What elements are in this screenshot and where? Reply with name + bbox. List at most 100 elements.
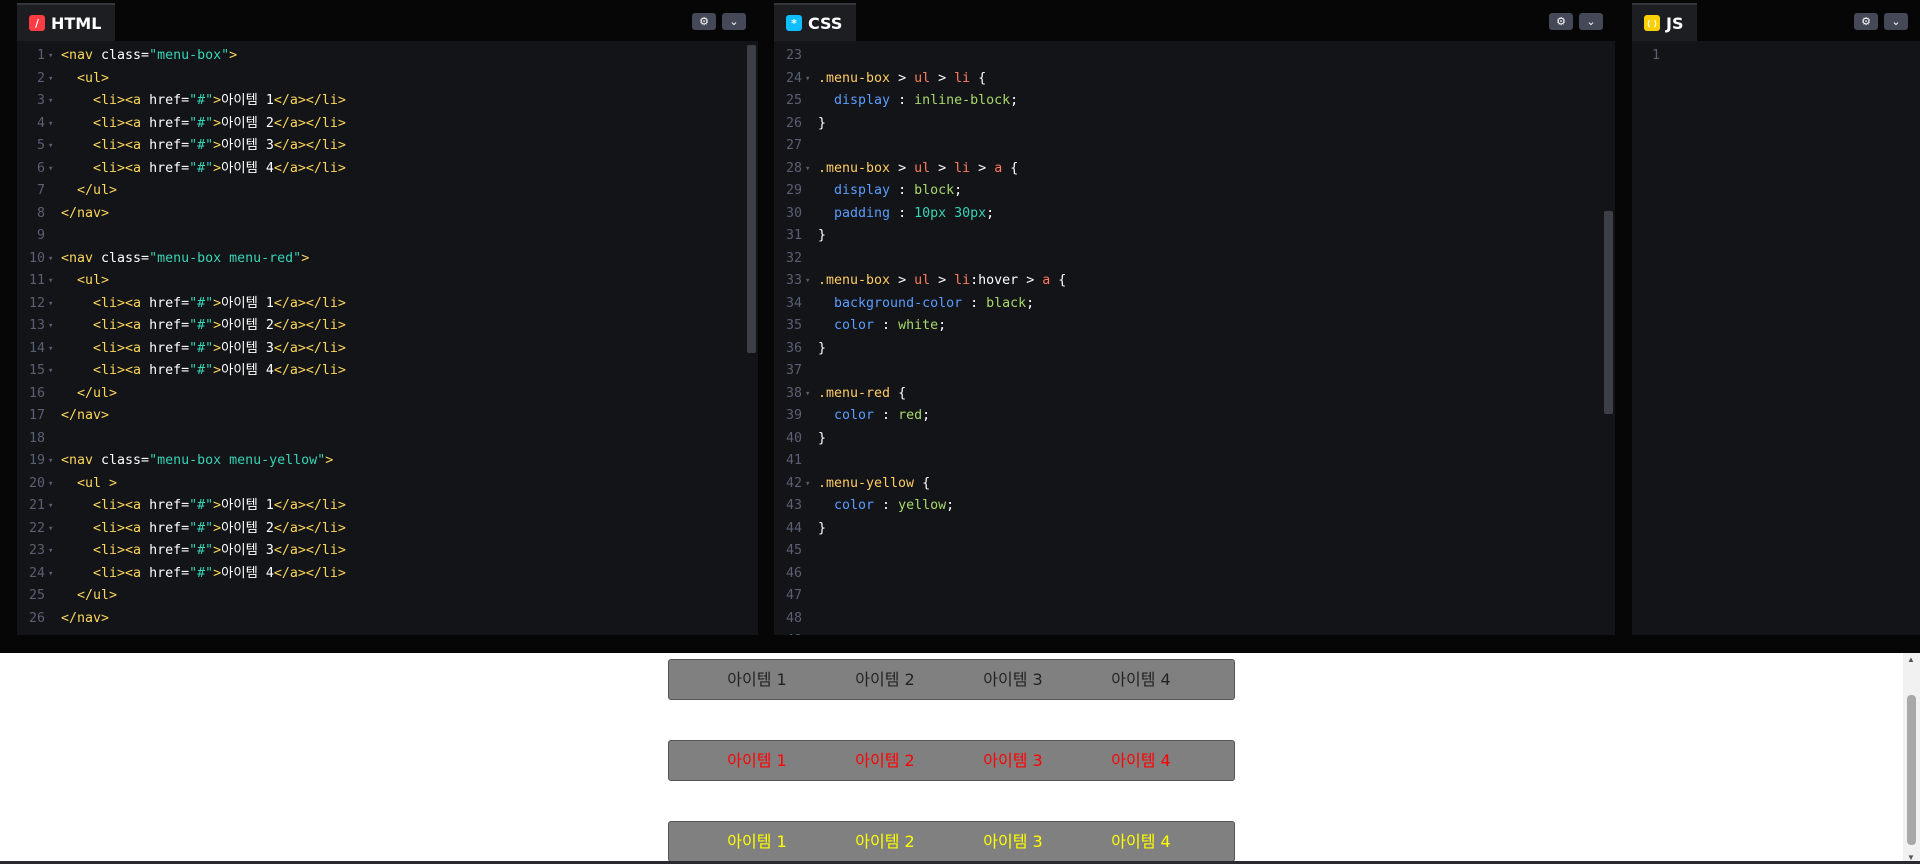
preview-scroll-thumb[interactable] bbox=[1907, 695, 1916, 845]
menu-item-link[interactable]: 아이템 3 bbox=[949, 741, 1077, 780]
code-line[interactable]: 33 ▾ .menu-box > ul > li:hover > a { bbox=[774, 270, 1615, 293]
fold-arrow-icon[interactable]: ▾ bbox=[805, 383, 810, 406]
code-line[interactable]: 43 color : yellow; bbox=[774, 495, 1615, 518]
fold-arrow-icon[interactable]: ▾ bbox=[48, 270, 53, 293]
code-line[interactable]: 5 ▾ <li><a href="#">아이템 3</a></li> bbox=[17, 135, 758, 158]
code-line[interactable]: 13 ▾ <li><a href="#">아이템 2</a></li> bbox=[17, 315, 758, 338]
css-collapse-button[interactable]: ⌄ bbox=[1579, 13, 1603, 30]
html-editor-scrollbar[interactable] bbox=[747, 45, 756, 353]
code-line[interactable]: 18 bbox=[17, 428, 758, 451]
code-line[interactable]: 36} bbox=[774, 338, 1615, 361]
fold-arrow-icon[interactable]: ▾ bbox=[48, 540, 53, 563]
code-line[interactable]: 29 display : block; bbox=[774, 180, 1615, 203]
fold-arrow-icon[interactable]: ▾ bbox=[48, 135, 53, 158]
fold-arrow-icon[interactable]: ▾ bbox=[48, 473, 53, 496]
html-tab[interactable]: / HTML bbox=[17, 3, 116, 41]
code-line[interactable]: 49 bbox=[774, 630, 1615, 635]
menu-item-link[interactable]: 아이템 2 bbox=[821, 741, 949, 780]
css-settings-button[interactable]: ⚙ bbox=[1549, 13, 1573, 30]
code-line[interactable]: 6 ▾ <li><a href="#">아이템 4</a></li> bbox=[17, 158, 758, 181]
code-line[interactable]: 11 ▾ <ul> bbox=[17, 270, 758, 293]
code-line[interactable]: 10 ▾ <nav class="menu-box menu-red"> bbox=[17, 248, 758, 271]
code-line[interactable]: 30 padding : 10px 30px; bbox=[774, 203, 1615, 226]
fold-arrow-icon[interactable]: ▾ bbox=[48, 45, 53, 68]
code-line[interactable]: 48 bbox=[774, 608, 1615, 631]
code-line[interactable]: 32 bbox=[774, 248, 1615, 271]
code-line[interactable]: 40} bbox=[774, 428, 1615, 451]
fold-arrow-icon[interactable]: ▾ bbox=[48, 68, 53, 91]
code-line[interactable]: 12 ▾ <li><a href="#">아이템 1</a></li> bbox=[17, 293, 758, 316]
js-tab[interactable]: ( ) JS bbox=[1632, 3, 1698, 41]
fold-arrow-icon[interactable]: ▾ bbox=[48, 338, 53, 361]
code-line[interactable]: 7 </ul> bbox=[17, 180, 758, 203]
fold-arrow-icon[interactable]: ▾ bbox=[48, 360, 53, 383]
code-line[interactable]: 22 ▾ <li><a href="#">아이템 2</a></li> bbox=[17, 518, 758, 541]
code-line[interactable]: 31} bbox=[774, 225, 1615, 248]
code-line[interactable]: 27 bbox=[774, 135, 1615, 158]
code-line[interactable]: 14 ▾ <li><a href="#">아이템 3</a></li> bbox=[17, 338, 758, 361]
fold-arrow-icon[interactable]: ▾ bbox=[48, 518, 53, 541]
fold-arrow-icon[interactable]: ▾ bbox=[805, 473, 810, 496]
code-line[interactable]: 26 </nav> bbox=[17, 608, 758, 631]
preview-scrollbar[interactable]: ▲ ▼ bbox=[1903, 653, 1920, 864]
code-line[interactable]: 16 </ul> bbox=[17, 383, 758, 406]
menu-item-link[interactable]: 아이템 4 bbox=[1077, 741, 1205, 780]
menu-item-link[interactable]: 아이템 4 bbox=[1077, 822, 1205, 861]
code-line[interactable]: 26} bbox=[774, 113, 1615, 136]
code-line[interactable]: 38 ▾ .menu-red { bbox=[774, 383, 1615, 406]
fold-arrow-icon[interactable]: ▾ bbox=[805, 158, 810, 181]
code-line[interactable]: 1 ▾ <nav class="menu-box"> bbox=[17, 45, 758, 68]
menu-item-link[interactable]: 아이템 1 bbox=[693, 660, 821, 699]
fold-arrow-icon[interactable]: ▾ bbox=[805, 270, 810, 293]
code-line[interactable]: 9 bbox=[17, 225, 758, 248]
code-line[interactable]: 20 ▾ <ul > bbox=[17, 473, 758, 496]
code-line[interactable]: 41 bbox=[774, 450, 1615, 473]
code-line[interactable]: 3 ▾ <li><a href="#">아이템 1</a></li> bbox=[17, 90, 758, 113]
menu-item-link[interactable]: 아이템 2 bbox=[821, 660, 949, 699]
code-line[interactable]: 4 ▾ <li><a href="#">아이템 2</a></li> bbox=[17, 113, 758, 136]
menu-item-link[interactable]: 아이템 3 bbox=[949, 660, 1077, 699]
html-collapse-button[interactable]: ⌄ bbox=[722, 13, 746, 30]
code-line[interactable]: 25 </ul> bbox=[17, 585, 758, 608]
html-settings-button[interactable]: ⚙ bbox=[692, 13, 716, 30]
fold-arrow-icon[interactable]: ▾ bbox=[48, 315, 53, 338]
fold-arrow-icon[interactable]: ▾ bbox=[805, 68, 810, 91]
menu-item-link[interactable]: 아이템 1 bbox=[693, 741, 821, 780]
code-line[interactable]: 2 ▾ <ul> bbox=[17, 68, 758, 91]
fold-arrow-icon[interactable]: ▾ bbox=[48, 563, 53, 586]
code-line[interactable]: 15 ▾ <li><a href="#">아이템 4</a></li> bbox=[17, 360, 758, 383]
code-line[interactable]: 34 background-color : black; bbox=[774, 293, 1615, 316]
html-code-editor[interactable]: 1 ▾ <nav class="menu-box"> 2 ▾ <ul> 3 ▾ <li><a… bbox=[17, 41, 758, 635]
menu-item-link[interactable]: 아이템 1 bbox=[693, 822, 821, 861]
code-line[interactable]: 1 bbox=[1632, 45, 1920, 68]
code-line[interactable]: 8 </nav> bbox=[17, 203, 758, 226]
fold-arrow-icon[interactable]: ▾ bbox=[48, 293, 53, 316]
scroll-up-arrow-icon[interactable]: ▲ bbox=[1907, 655, 1915, 664]
code-line[interactable]: 24 ▾ .menu-box > ul > li { bbox=[774, 68, 1615, 91]
css-tab[interactable]: * CSS bbox=[774, 3, 857, 41]
code-line[interactable]: 19 ▾ <nav class="menu-box menu-yellow"> bbox=[17, 450, 758, 473]
code-line[interactable]: 46 bbox=[774, 563, 1615, 586]
code-line[interactable]: 35 color : white; bbox=[774, 315, 1615, 338]
code-line[interactable]: 45 bbox=[774, 540, 1615, 563]
code-line[interactable]: 42 ▾ .menu-yellow { bbox=[774, 473, 1615, 496]
js-collapse-button[interactable]: ⌄ bbox=[1884, 13, 1908, 30]
css-editor-scrollbar[interactable] bbox=[1604, 211, 1613, 414]
js-code-editor[interactable]: 1 bbox=[1632, 41, 1920, 635]
menu-item-link[interactable]: 아이템 4 bbox=[1077, 660, 1205, 699]
menu-item-link[interactable]: 아이템 2 bbox=[821, 822, 949, 861]
code-line[interactable]: 28 ▾ .menu-box > ul > li > a { bbox=[774, 158, 1615, 181]
code-line[interactable]: 47 bbox=[774, 585, 1615, 608]
code-line[interactable]: 39 color : red; bbox=[774, 405, 1615, 428]
code-line[interactable]: 23 bbox=[774, 45, 1615, 68]
fold-arrow-icon[interactable]: ▾ bbox=[48, 90, 53, 113]
code-line[interactable]: 23 ▾ <li><a href="#">아이템 3</a></li> bbox=[17, 540, 758, 563]
js-settings-button[interactable]: ⚙ bbox=[1854, 13, 1878, 30]
fold-arrow-icon[interactable]: ▾ bbox=[48, 113, 53, 136]
code-line[interactable]: 24 ▾ <li><a href="#">아이템 4</a></li> bbox=[17, 563, 758, 586]
menu-item-link[interactable]: 아이템 3 bbox=[949, 822, 1077, 861]
css-code-editor[interactable]: 23 24 ▾ .menu-box > ul > li {25 display : i… bbox=[774, 41, 1615, 635]
fold-arrow-icon[interactable]: ▾ bbox=[48, 248, 53, 271]
code-line[interactable]: 17 </nav> bbox=[17, 405, 758, 428]
code-line[interactable]: 44} bbox=[774, 518, 1615, 541]
